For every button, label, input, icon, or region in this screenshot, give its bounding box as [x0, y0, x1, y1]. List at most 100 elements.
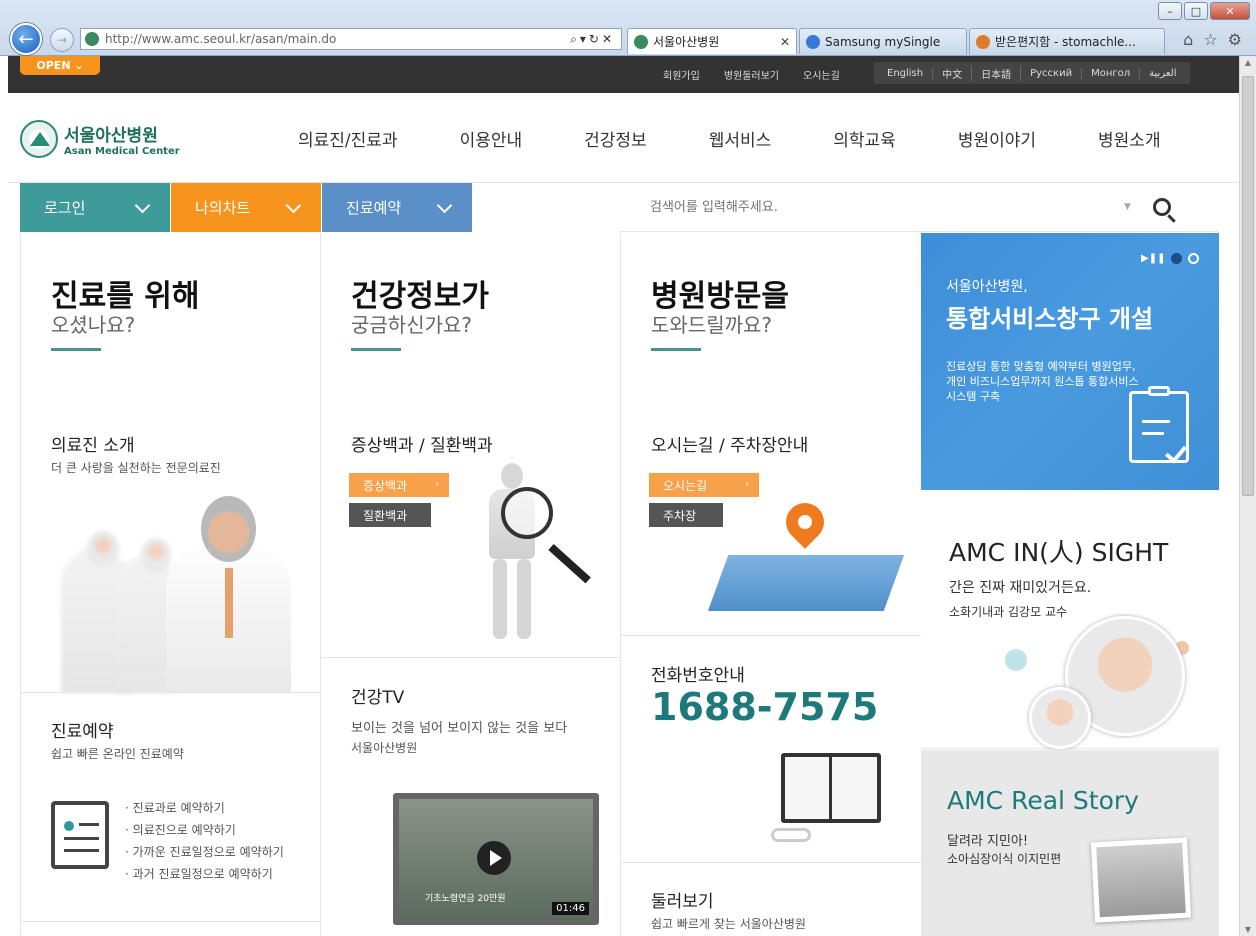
column-hospital-visit: 병원방문을 도와드릴까요? 오시는길 / 주차장안내 오시는길 › 주차장 전화번… [620, 233, 921, 936]
pill-label: 증상백과 [363, 478, 408, 493]
top-utility-bar: OPEN ⌄ 회원가입 병원둘러보기 오시는길 English 中文 日本語 Р… [8, 56, 1239, 93]
title-underline [651, 348, 701, 351]
login-button[interactable]: 로그인 [20, 183, 170, 232]
clipboard-check-icon [1129, 386, 1189, 464]
amc-insight-banner[interactable]: AMC IN(人) SIGHT 간은 진짜 재미있거든요. 소화기내과 김강모 … [921, 491, 1219, 749]
directions-link[interactable]: 오시는길 [803, 67, 840, 82]
browser-tab-2[interactable]: Samsung mySingle [799, 28, 967, 54]
logo[interactable]: 서울아산병원 Asan Medical Center [20, 120, 180, 158]
integrated-service-banner[interactable]: ▶❚❚ 서울아산병원, 통합서비스창구 개설 진료상담 통한 맞춤형 예약부터 … [921, 233, 1219, 490]
column-visit-care: 진료를 위해 오셨나요? 의료진 소개 더 큰 사랑을 실천하는 전문의료진 진… [20, 233, 321, 936]
home-icon[interactable]: ⌂ [1183, 30, 1193, 49]
lang-mongolian[interactable]: Монгол [1082, 67, 1141, 79]
insight-title: AMC IN(人) SIGHT [949, 538, 1169, 567]
reserve-by-doctor-link[interactable]: · 의료진으로 예약하기 [125, 819, 284, 841]
reserve-by-nearest-schedule-link[interactable]: · 가까운 진료일정으로 예약하기 [125, 841, 284, 863]
browser-tab-1[interactable]: 서울아산병원 ✕ [627, 28, 797, 54]
banner-dot-2[interactable] [1188, 253, 1200, 264]
forward-button[interactable]: → [50, 28, 74, 52]
scroll-up-icon[interactable]: ▲ [1240, 58, 1256, 67]
window-controls: – □ ✕ [1158, 2, 1250, 20]
lang-chinese[interactable]: 中文 [933, 65, 973, 81]
play-icon[interactable] [477, 841, 511, 875]
search-input[interactable] [620, 199, 1110, 215]
reserve-by-past-schedule-link[interactable]: · 과거 진료일정으로 예약하기 [125, 863, 284, 885]
health-tv-title[interactable]: 건강TV [351, 683, 404, 708]
nav-hospital-intro[interactable]: 병원소개 [1098, 126, 1161, 151]
scroll-down-icon[interactable]: ▼ [1240, 925, 1256, 934]
address-url[interactable]: http://www.amc.seoul.kr/asan/main.do [105, 32, 570, 46]
symptoms-encyclopedia-button[interactable]: 증상백과 › [349, 473, 449, 497]
address-tools[interactable]: ⌕▾↻✕ [570, 32, 621, 47]
health-tv-source: 서울아산병원 [351, 741, 418, 755]
my-chart-button[interactable]: 나의차트 [171, 183, 321, 232]
reserve-by-department-link[interactable]: · 진료과로 예약하기 [125, 797, 284, 819]
nav-usage-guide[interactable]: 이용안내 [460, 126, 523, 151]
back-button[interactable]: ← [10, 23, 42, 55]
browser-toolbar-icons: ⌂ ☆ ⚙ [1183, 30, 1242, 49]
nav-doctors-departments[interactable]: 의료진/진료과 [298, 126, 398, 151]
banner-dot-1[interactable] [1171, 253, 1183, 264]
lang-russian[interactable]: Русский [1021, 67, 1083, 79]
quick-buttons: 로그인 나의차트 진료예약 [20, 183, 473, 232]
tab-close-icon[interactable]: ✕ [774, 35, 790, 49]
encyclopedia-title[interactable]: 증상백과 / 질환백과 [351, 431, 493, 456]
maximize-button[interactable]: □ [1184, 2, 1208, 20]
site-favicon-icon [85, 32, 99, 46]
amc-favicon-icon [634, 34, 648, 49]
close-window-button[interactable]: ✕ [1210, 2, 1250, 20]
minimize-button[interactable]: – [1158, 2, 1182, 20]
mail-favicon-icon [976, 34, 990, 49]
chevron-down-icon [134, 197, 151, 214]
phone-number[interactable]: 1688-7575 [651, 685, 878, 729]
health-tv-video[interactable]: 기초노령연금 20만원 01:46 [393, 793, 599, 925]
lang-arabic[interactable]: العربية [1140, 68, 1185, 79]
refresh-icon[interactable]: ↻ [589, 32, 602, 46]
address-bar[interactable]: http://www.amc.seoul.kr/asan/main.do ⌕▾↻… [80, 28, 622, 50]
reservation-title[interactable]: 진료예약 [51, 717, 114, 742]
real-story-photo [1090, 837, 1192, 923]
nav-hospital-story[interactable]: 병원이야기 [958, 126, 1036, 151]
favorites-star-icon[interactable]: ☆ [1203, 30, 1217, 49]
amc-real-story-banner[interactable]: AMC Real Story 달려라 지민아! 소아심장이식 이지민편 [921, 750, 1219, 936]
tour-title[interactable]: 둘러보기 [651, 887, 714, 912]
nav-medical-education[interactable]: 의학교육 [833, 126, 896, 151]
hospital-tour-link[interactable]: 병원둘러보기 [724, 67, 779, 82]
utility-links: 회원가입 병원둘러보기 오시는길 [663, 67, 840, 82]
banner-description: 진료상담 통한 맞춤형 예약부터 병원업무, 개인 비즈니스업무까지 원스톱 통… [946, 360, 1139, 403]
parking-button[interactable]: 주차장 [649, 503, 723, 527]
open-button[interactable]: OPEN ⌄ [20, 56, 100, 75]
disease-encyclopedia-button[interactable]: 질환백과 [349, 503, 431, 527]
directions-button[interactable]: 오시는길 › [649, 473, 759, 497]
banner-eyebrow: 서울아산병원, [946, 279, 1028, 295]
settings-gear-icon[interactable]: ⚙ [1228, 30, 1242, 49]
video-duration: 01:46 [552, 902, 589, 915]
open-label: OPEN [36, 59, 71, 72]
doctors-photo[interactable] [51, 488, 291, 693]
search-icon[interactable] [1152, 198, 1171, 216]
dropdown-icon[interactable]: ▾ [580, 32, 589, 46]
webpage: OPEN ⌄ 회원가입 병원둘러보기 오시는길 English 中文 日本語 Р… [8, 56, 1239, 936]
browser-tab-3[interactable]: 받은편지함 - stomachle... [969, 28, 1165, 54]
play-pause-icon[interactable]: ▶❚❚ [1141, 253, 1165, 264]
lang-japanese[interactable]: 日本語 [972, 65, 1022, 81]
nav-health-info[interactable]: 건강정보 [584, 126, 647, 151]
signup-link[interactable]: 회원가입 [663, 67, 700, 82]
phonebook-image [771, 748, 881, 848]
search-dropdown-icon[interactable]: ▼ [1124, 202, 1131, 212]
nav-web-service[interactable]: 웹서비스 [709, 126, 772, 151]
stop-icon[interactable]: ✕ [602, 32, 615, 46]
vertical-scrollbar[interactable]: ▲ ▼ [1239, 56, 1256, 936]
scrollbar-thumb[interactable] [1242, 76, 1254, 496]
section-divider [21, 692, 321, 693]
decor-bubble [1005, 649, 1027, 671]
section-divider [621, 862, 921, 863]
insight-professor: 소화기내과 김강모 교수 [949, 605, 1068, 619]
directions-parking-title[interactable]: 오시는길 / 주차장안내 [651, 431, 808, 456]
reservation-button[interactable]: 진료예약 [322, 183, 472, 232]
lang-english[interactable]: English [878, 67, 934, 79]
doctors-intro-title[interactable]: 의료진 소개 [51, 431, 135, 456]
main-navigation: 의료진/진료과 이용안내 건강정보 웹서비스 의학교육 병원이야기 병원소개 [298, 126, 1161, 151]
column-subtitle: 궁금하신가요? [351, 313, 473, 337]
search-icon[interactable]: ⌕ [570, 32, 580, 46]
